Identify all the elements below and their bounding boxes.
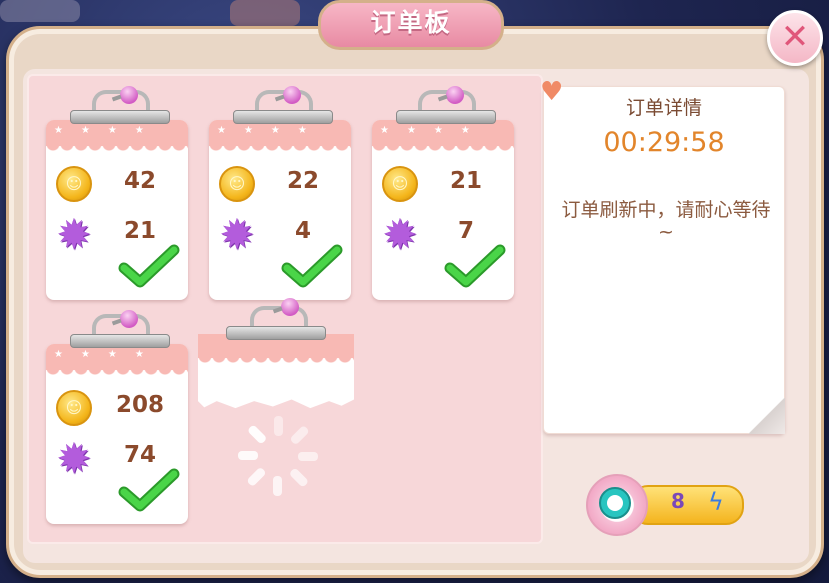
card-stars-decoration: ★★★★ [217, 125, 325, 136]
refresh-timer: 00:29:58 [603, 127, 725, 158]
spinner-segment [238, 451, 258, 460]
coin-reward-value: 22 [286, 168, 319, 194]
background-building [230, 0, 300, 26]
spinner-segment [247, 468, 266, 486]
green-check-icon [444, 244, 506, 288]
page-title: 订单板 [318, 0, 504, 50]
coin-icon: ☺ [56, 166, 92, 202]
spinner-segment [298, 452, 318, 461]
clipboard-clip [233, 110, 333, 124]
speedup-count: 8 [671, 489, 685, 513]
order-card-loading [198, 334, 354, 409]
background-building [0, 0, 80, 22]
gem-reward-value: 4 [294, 218, 311, 244]
card-stars-decoration: ★★★★ [54, 349, 162, 360]
coin-reward-value: 208 [115, 392, 164, 418]
spinner-segment [274, 416, 283, 436]
gem-reward-value: 7 [457, 218, 474, 244]
clipboard-clip [70, 110, 170, 124]
order-card[interactable]: ★★★★ ☺ 21 ✹ 7 [372, 120, 514, 300]
coin-reward-value: 21 [449, 168, 482, 194]
page-fold [749, 398, 785, 434]
order-detail-panel: 订单详情 00:29:58 订单刷新中，请耐心等待~ [543, 86, 785, 434]
spinner-segment [273, 476, 282, 496]
coin-icon: ☺ [56, 390, 92, 426]
spinner-segment [290, 426, 309, 444]
gem-reward-value: 21 [123, 218, 156, 244]
coin-reward-value: 42 [123, 168, 156, 194]
card-stars-decoration: ★★★★ [54, 125, 162, 136]
gem-reward-value: 74 [123, 442, 156, 468]
order-card[interactable]: ★★★★ ☺ 42 ✹ 21 [46, 120, 188, 300]
wait-message: 订单刷新中，请耐心等待~ [561, 199, 771, 243]
green-check-icon [281, 244, 343, 288]
spinner-segment [248, 425, 266, 444]
star-gem-icon: ✹ [56, 434, 92, 483]
speedup-button[interactable]: 8 ϟ [586, 474, 744, 536]
clipboard-clip [70, 334, 170, 348]
coin-icon: ☺ [219, 166, 255, 202]
clipboard-clip [396, 110, 496, 124]
lightning-icon: ϟ [708, 488, 724, 516]
green-check-icon [118, 244, 180, 288]
heart-icon: ♥ [540, 77, 564, 107]
close-icon: ✕ [780, 17, 810, 57]
star-gem-icon: ✹ [56, 210, 92, 259]
order-card[interactable]: ★★★★ ☺ 22 ✹ 4 [209, 120, 351, 300]
card-stars-decoration: ★★★★ [380, 125, 488, 136]
spinner-segment [290, 468, 308, 487]
star-gem-icon: ✹ [219, 210, 255, 259]
order-card[interactable]: ★★★★ ☺ 208 ✹ 74 [46, 344, 188, 524]
green-check-icon [118, 468, 180, 512]
close-button[interactable]: ✕ [767, 10, 823, 66]
loading-spinner-icon [238, 416, 318, 496]
clipboard-clip [226, 326, 326, 340]
star-gem-icon: ✹ [382, 210, 418, 259]
coin-icon: ☺ [382, 166, 418, 202]
detail-title: 订单详情 [625, 97, 702, 119]
stopwatch-icon [599, 487, 631, 519]
